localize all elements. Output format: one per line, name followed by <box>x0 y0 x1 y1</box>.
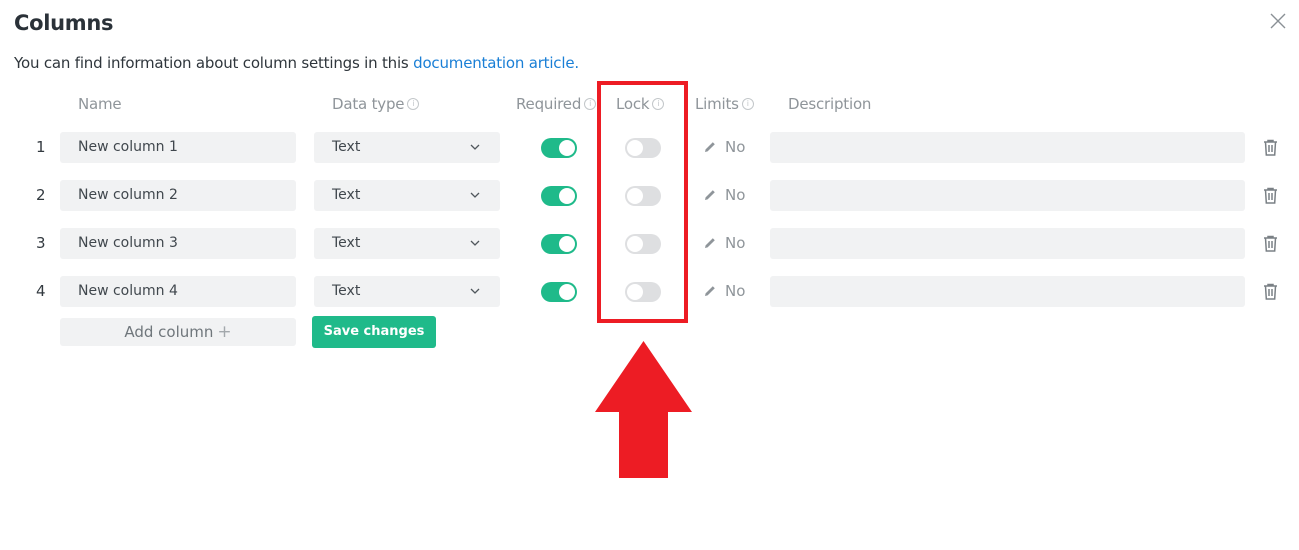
toggle-knob <box>559 236 575 252</box>
trash-icon <box>1264 139 1277 156</box>
plus-icon: + <box>217 322 232 342</box>
delete-column-button[interactable] <box>1263 187 1278 204</box>
trash-icon <box>1264 283 1277 300</box>
info-icon[interactable]: i <box>584 98 597 110</box>
intro-text: You can find information about column se… <box>14 54 579 72</box>
limits-edit-button[interactable]: No <box>703 186 745 204</box>
add-column-button[interactable]: Add column + <box>60 318 296 346</box>
chevron-down-icon <box>470 240 480 246</box>
annotation-arrow-up-icon <box>595 341 692 478</box>
close-button[interactable] <box>1269 12 1287 30</box>
limits-edit-button[interactable]: No <box>703 234 745 252</box>
close-icon <box>1270 13 1286 29</box>
pencil-icon <box>705 190 715 200</box>
chevron-down-icon <box>470 144 480 150</box>
delete-column-button[interactable] <box>1263 235 1278 252</box>
chevron-down-icon <box>470 192 480 198</box>
header-name: Name <box>78 95 122 113</box>
column-name-input[interactable]: New column 2 <box>60 180 296 211</box>
chevron-down-icon <box>470 288 480 294</box>
required-toggle[interactable] <box>541 186 577 206</box>
pencil-icon <box>705 142 715 152</box>
pencil-icon <box>705 238 715 248</box>
delete-column-button[interactable] <box>1263 139 1278 156</box>
intro-text-body: You can find information about column se… <box>14 54 414 72</box>
data-type-select[interactable]: Text <box>314 180 500 211</box>
data-type-value: Text <box>332 187 361 203</box>
limits-edit-button[interactable]: No <box>703 282 745 300</box>
row-index: 1 <box>36 138 46 156</box>
add-column-label: Add column <box>124 323 214 341</box>
header-limits-label: Limits <box>695 95 739 113</box>
limits-value: No <box>725 138 746 156</box>
required-toggle[interactable] <box>541 282 577 302</box>
header-limits: Limits i <box>695 95 754 113</box>
header-required: Required i <box>516 95 597 113</box>
column-name-input[interactable]: New column 3 <box>60 228 296 259</box>
description-input[interactable] <box>770 276 1245 307</box>
header-data-type-label: Data type <box>332 95 405 113</box>
documentation-link[interactable]: documentation article. <box>413 54 579 72</box>
row-index: 4 <box>36 282 46 300</box>
column-name-input[interactable]: New column 1 <box>60 132 296 163</box>
annotation-highlight-box <box>597 81 688 323</box>
delete-column-button[interactable] <box>1263 283 1278 300</box>
toggle-knob <box>559 284 575 300</box>
data-type-value: Text <box>332 235 361 251</box>
header-data-type: Data type i <box>332 95 420 113</box>
column-name-input[interactable]: New column 4 <box>60 276 296 307</box>
data-type-select[interactable]: Text <box>314 228 500 259</box>
info-icon[interactable]: i <box>741 98 754 110</box>
header-description: Description <box>788 95 871 113</box>
limits-value: No <box>725 186 746 204</box>
data-type-select[interactable]: Text <box>314 132 500 163</box>
data-type-value: Text <box>332 139 361 155</box>
row-index: 3 <box>36 234 46 252</box>
required-toggle[interactable] <box>541 138 577 158</box>
pencil-icon <box>705 286 715 296</box>
trash-icon <box>1264 235 1277 252</box>
header-description-label: Description <box>788 95 872 113</box>
limits-edit-button[interactable]: No <box>703 138 745 156</box>
limits-value: No <box>725 234 746 252</box>
info-icon[interactable]: i <box>407 98 420 110</box>
description-input[interactable] <box>770 132 1245 163</box>
header-required-label: Required <box>516 95 582 113</box>
data-type-value: Text <box>332 283 361 299</box>
data-type-select[interactable]: Text <box>314 276 500 307</box>
description-input[interactable] <box>770 228 1245 259</box>
toggle-knob <box>559 188 575 204</box>
toggle-knob <box>559 140 575 156</box>
trash-icon <box>1264 187 1277 204</box>
dialog-title: Columns <box>14 11 114 35</box>
limits-value: No <box>725 282 746 300</box>
required-toggle[interactable] <box>541 234 577 254</box>
description-input[interactable] <box>770 180 1245 211</box>
row-index: 2 <box>36 186 46 204</box>
header-name-label: Name <box>78 95 122 113</box>
save-changes-button[interactable]: Save changes <box>312 316 436 348</box>
